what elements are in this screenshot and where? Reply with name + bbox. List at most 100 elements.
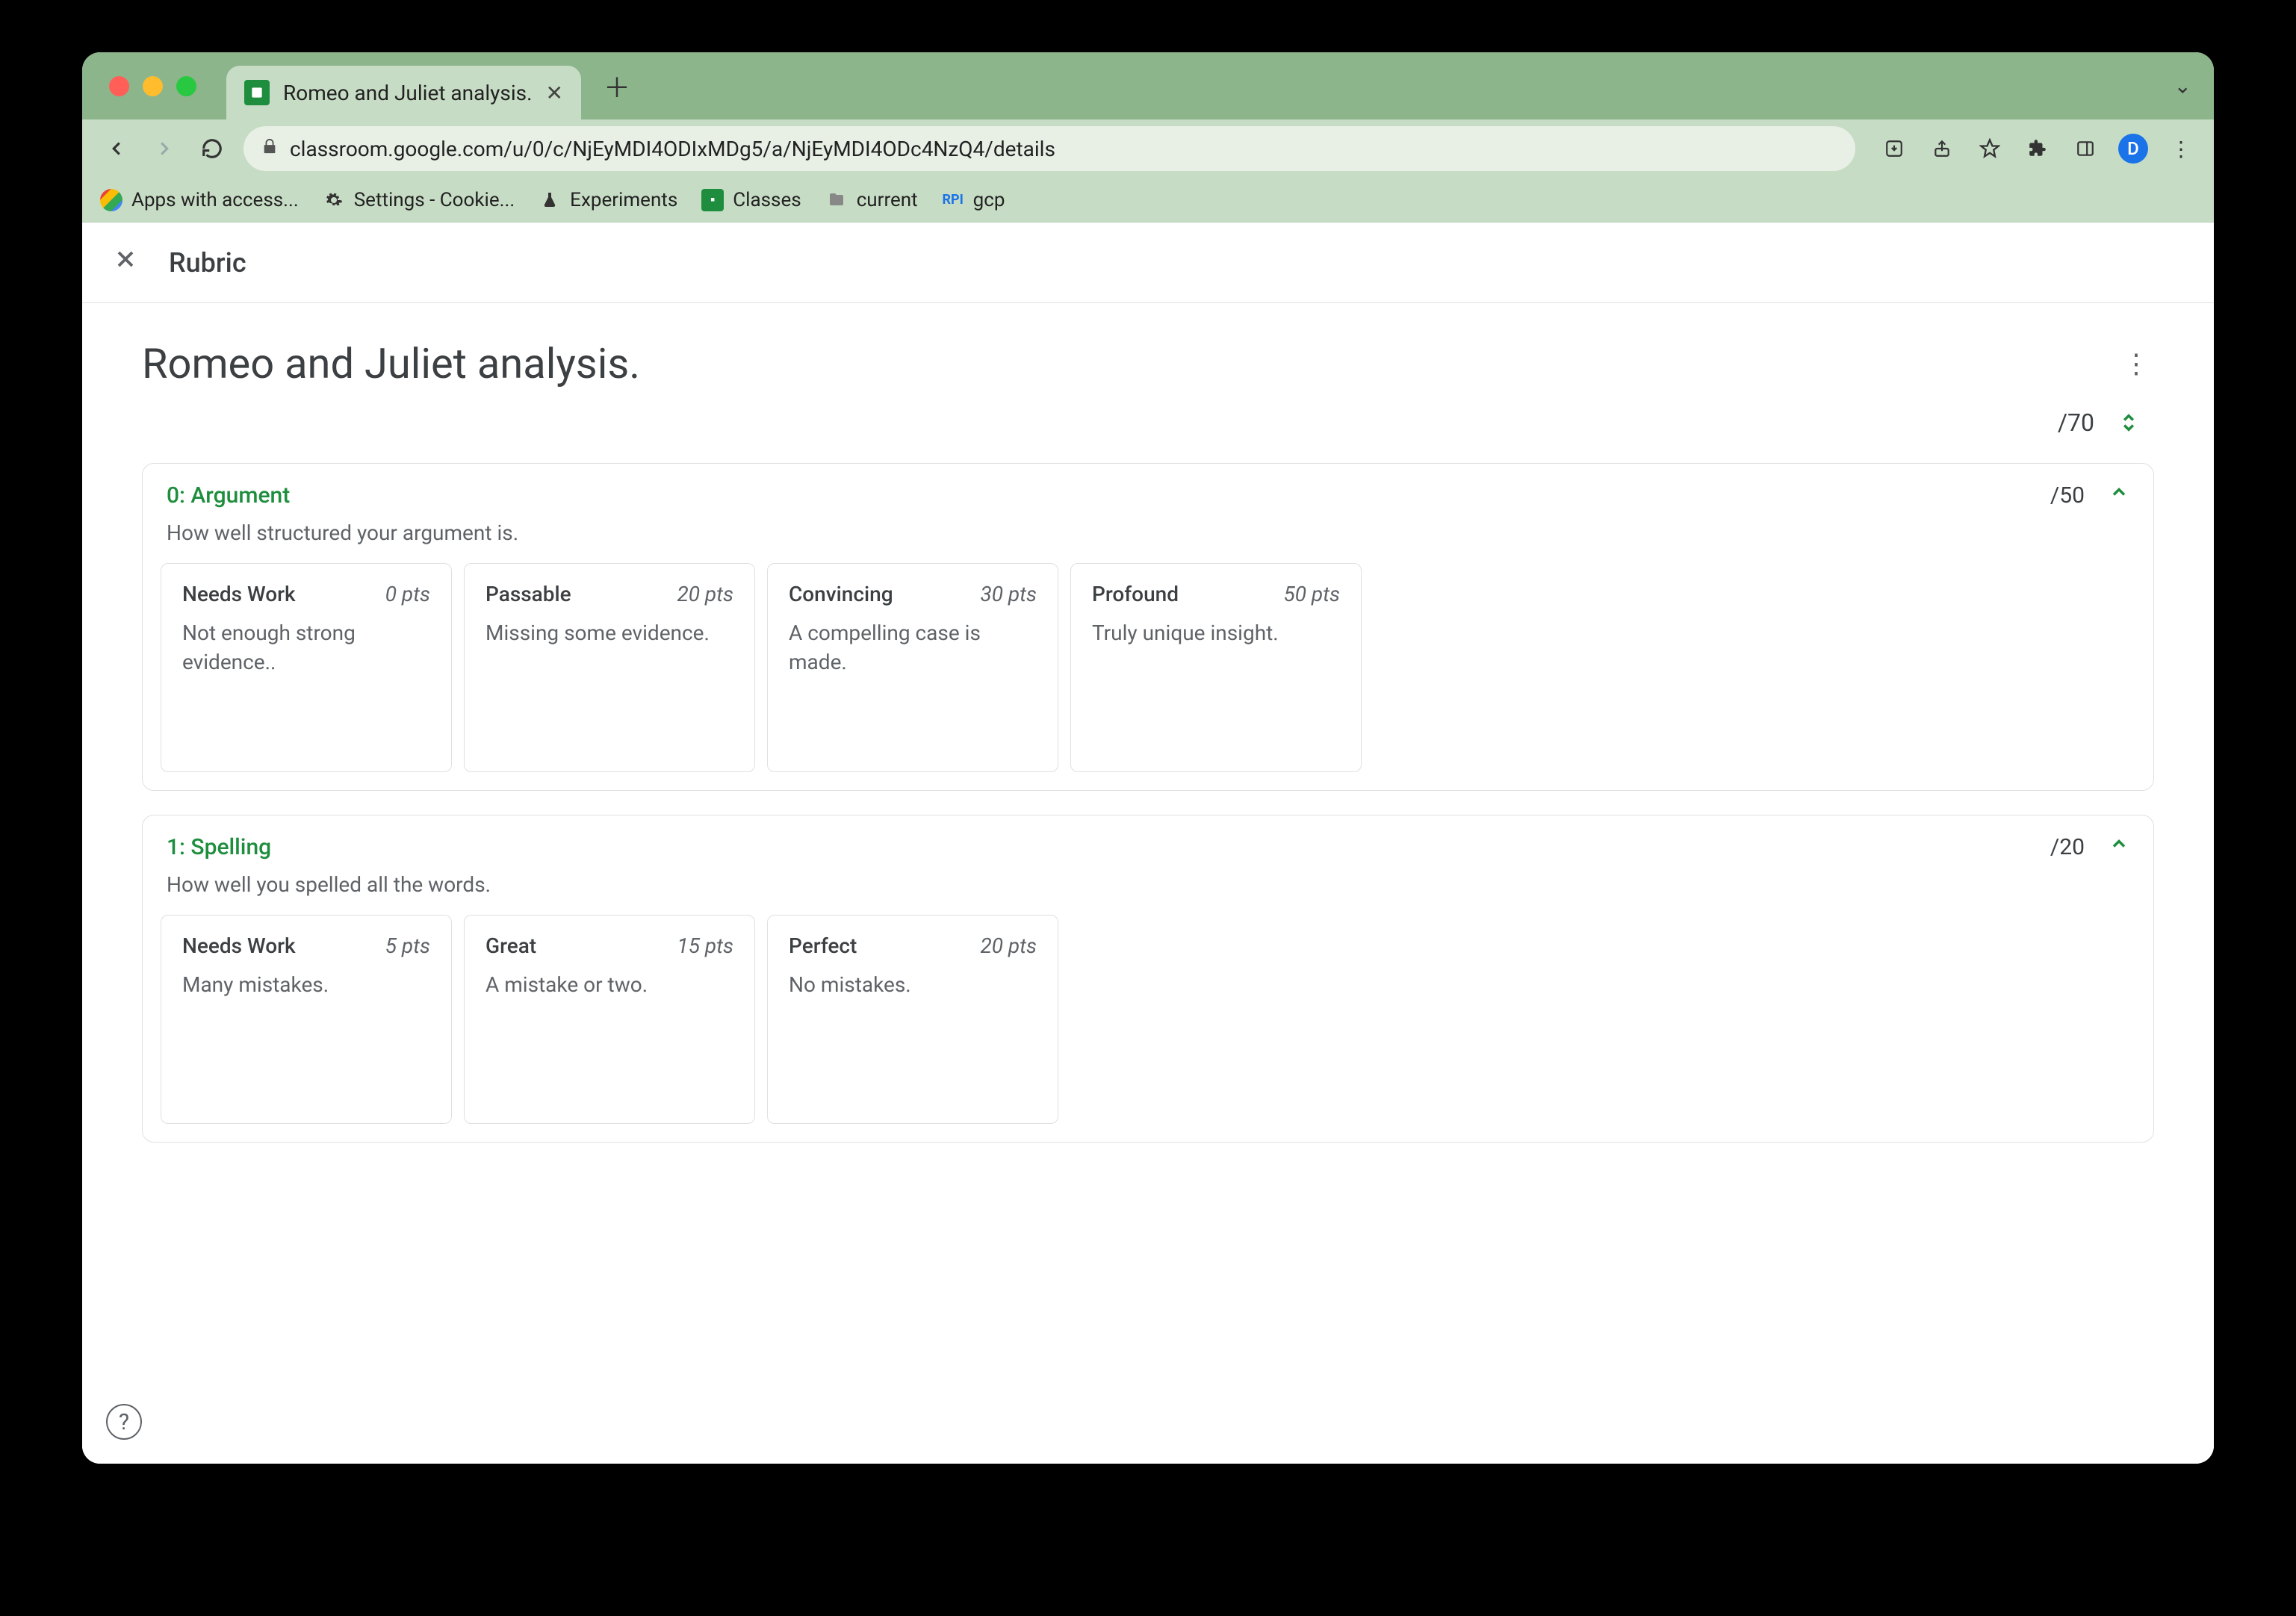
level-head: Great 15 pts xyxy=(485,933,733,958)
level-head: Needs Work5 pts xyxy=(182,933,430,958)
page-title: Romeo and Juliet analysis. xyxy=(142,339,640,388)
bookmark-current[interactable]: current xyxy=(825,189,918,211)
bookmark-label: current xyxy=(857,189,918,211)
level-card[interactable]: Profound 50 pts Truly unique insight. xyxy=(1070,563,1362,772)
level-description: Not enough strong evidence.. xyxy=(182,618,430,677)
bookmark-label: Apps with access... xyxy=(131,189,299,211)
side-panel-icon[interactable] xyxy=(2070,134,2100,164)
criterion-header[interactable]: 0: Argument/50 xyxy=(143,464,2153,515)
criterion-points-group: /20 xyxy=(2050,833,2129,860)
criterion-description: How well you spelled all the words. xyxy=(143,866,2153,915)
folder-icon xyxy=(825,189,848,211)
level-card[interactable]: Needs Work 0 pts Not enough strong evidenc… xyxy=(161,563,452,772)
browser-menu-icon[interactable]: ⋮ xyxy=(2166,134,2196,164)
extensions-icon[interactable] xyxy=(2023,134,2053,164)
browser-tab[interactable]: Romeo and Juliet analysis. ✕ xyxy=(226,66,581,119)
install-app-icon[interactable] xyxy=(1879,134,1909,164)
level-points: 50 pts xyxy=(1283,582,1340,606)
window-maximize-button[interactable] xyxy=(176,76,196,96)
google-icon xyxy=(100,189,122,211)
close-icon[interactable] xyxy=(112,245,139,280)
tab-list-chevron-icon[interactable]: ⌄ xyxy=(2174,74,2191,99)
criterion: 1: Spelling/20How well you spelled all t… xyxy=(142,815,2154,1143)
criterion-title: 0: Argument xyxy=(167,482,290,509)
more-options-button[interactable]: ⋮ xyxy=(2118,346,2154,382)
level-description: Missing some evidence. xyxy=(485,618,733,647)
bookmark-gcp[interactable]: RPI gcp xyxy=(942,189,1005,211)
classroom-favicon-icon xyxy=(244,80,270,105)
level-description: Truly unique insight. xyxy=(1092,618,1340,647)
bookmarks-bar: Apps with access... Settings - Cookie...… xyxy=(82,178,2214,223)
total-points-value: /70 xyxy=(2058,408,2094,437)
level-card[interactable]: Perfect20 ptsNo mistakes. xyxy=(767,915,1058,1124)
new-tab-button[interactable]: ＋ xyxy=(599,68,635,104)
level-card[interactable]: Needs Work5 pts Many mistakes. xyxy=(161,915,452,1124)
level-head: Convincing30 pts xyxy=(789,582,1037,606)
chevron-up-icon[interactable] xyxy=(2109,482,2129,509)
tab-close-icon[interactable]: ✕ xyxy=(546,81,563,105)
profile-avatar[interactable]: D xyxy=(2118,134,2148,164)
tab-title: Romeo and Juliet analysis. xyxy=(283,81,533,105)
level-title: Convincing xyxy=(789,582,893,606)
level-card[interactable]: Great15 ptsA mistake or two. xyxy=(464,915,755,1124)
criterion-description: How well structured your argument is. xyxy=(143,515,2153,563)
level-card[interactable]: Convincing30 pts A compelling case is mad… xyxy=(767,563,1058,772)
bookmark-label: Classes xyxy=(733,189,801,211)
level-points: 20 pts xyxy=(980,933,1037,958)
flask-icon xyxy=(539,189,561,211)
level-title: Needs Work xyxy=(182,582,296,606)
criterion-points-value: /20 xyxy=(2050,834,2085,860)
level-title: Profound xyxy=(1092,582,1179,606)
title-row: Romeo and Juliet analysis. ⋮ xyxy=(142,339,2154,388)
nav-back-button[interactable] xyxy=(100,132,133,165)
criterion-points-group: /50 xyxy=(2050,482,2129,509)
app-content: Rubric Romeo and Juliet analysis. ⋮ /70 … xyxy=(82,223,2214,1464)
bookmark-classes[interactable]: ▪ Classes xyxy=(701,189,801,211)
level-head: Needs Work 0 pts xyxy=(182,582,430,606)
bookmark-label: gcp xyxy=(973,189,1005,211)
bookmark-label: Experiments xyxy=(570,189,677,211)
bookmark-experiments[interactable]: Experiments xyxy=(539,189,677,211)
help-button[interactable]: ? xyxy=(106,1404,142,1440)
window-close-button[interactable] xyxy=(109,76,129,96)
criterion-title: 1: Spelling xyxy=(167,834,271,860)
level-title: Needs Work xyxy=(182,933,296,958)
address-bar: classroom.google.com/u/0/c/NjEyMDI4ODIxM… xyxy=(82,119,2214,178)
level-description: Many mistakes. xyxy=(182,970,430,999)
nav-forward-button[interactable] xyxy=(148,132,181,165)
level-card[interactable]: Passable 20 pts Missing some evidence. xyxy=(464,563,755,772)
window-minimize-button[interactable] xyxy=(143,76,163,96)
level-points: 20 pts xyxy=(677,582,733,606)
bookmark-label: Settings - Cookie... xyxy=(354,189,515,211)
level-points: 15 pts xyxy=(677,933,733,958)
classroom-icon: ▪ xyxy=(701,189,724,211)
chevron-up-icon[interactable] xyxy=(2109,833,2129,860)
collapse-all-button[interactable] xyxy=(2112,406,2145,439)
level-title: Perfect xyxy=(789,933,857,958)
criterion-header[interactable]: 1: Spelling/20 xyxy=(143,815,2153,866)
levels-row: Needs Work5 pts Many mistakes. Great 15 pts… xyxy=(143,915,2153,1142)
browser-window: Romeo and Juliet analysis. ✕ ＋ ⌄ classro… xyxy=(82,52,2214,1464)
lock-icon xyxy=(261,137,278,160)
total-points-row: /70 xyxy=(142,406,2154,439)
app-header-title: Rubric xyxy=(169,247,246,279)
bookmark-star-icon[interactable] xyxy=(1975,134,2005,164)
bookmark-apps[interactable]: Apps with access... xyxy=(100,189,299,211)
nav-reload-button[interactable] xyxy=(196,132,229,165)
levels-row: Needs Work 0 pts Not enough strong evidenc… xyxy=(143,563,2153,790)
criterion: 0: Argument/50How well structured your a… xyxy=(142,463,2154,791)
page-body: Romeo and Juliet analysis. ⋮ /70 0: Argu… xyxy=(82,303,2214,1464)
level-points: 0 pts xyxy=(385,582,430,606)
level-title: Great xyxy=(485,933,536,958)
level-description: A compelling case is made. xyxy=(789,618,1037,677)
bookmark-settings[interactable]: Settings - Cookie... xyxy=(323,189,515,211)
gear-icon xyxy=(323,189,345,211)
level-head: Perfect 20 pts xyxy=(789,933,1037,958)
criterion-points-value: /50 xyxy=(2050,482,2085,509)
level-title: Passable xyxy=(485,582,571,606)
share-icon[interactable] xyxy=(1927,134,1957,164)
level-head: Profound 50 pts xyxy=(1092,582,1340,606)
url-text: classroom.google.com/u/0/c/NjEyMDI4ODIxM… xyxy=(290,137,1055,161)
app-header: Rubric xyxy=(82,223,2214,303)
url-field[interactable]: classroom.google.com/u/0/c/NjEyMDI4ODIxM… xyxy=(243,126,1855,171)
